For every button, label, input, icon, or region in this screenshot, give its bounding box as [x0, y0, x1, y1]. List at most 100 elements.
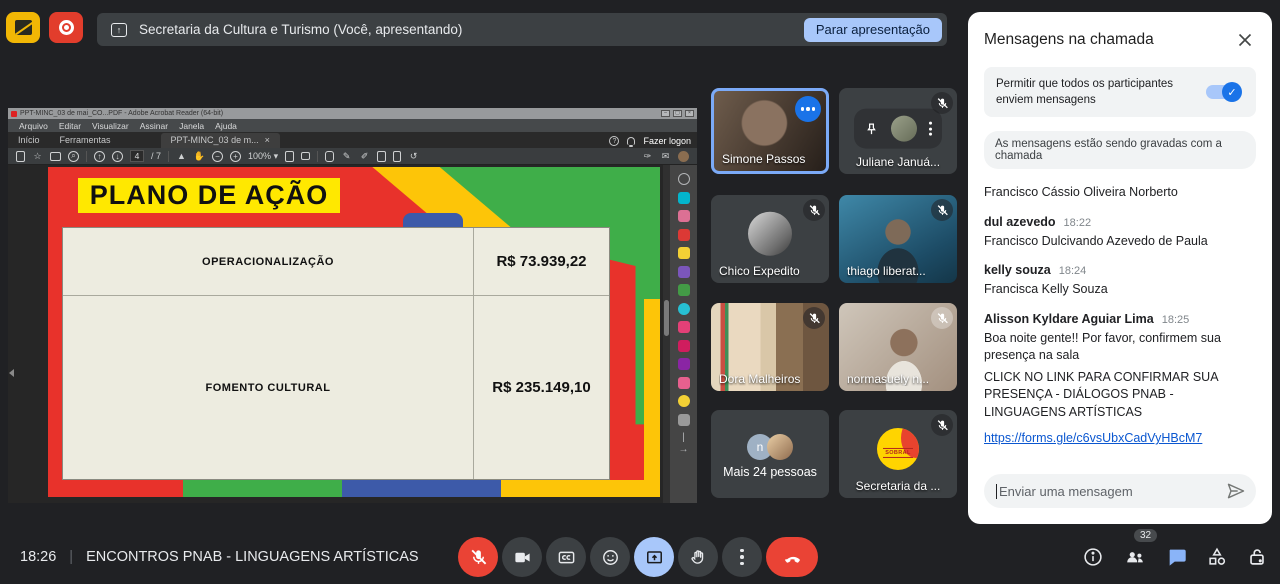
pin-icon[interactable] [864, 121, 879, 136]
meeting-details-icon[interactable] [1082, 546, 1104, 568]
tile-thiago[interactable]: thiago liberat... [839, 195, 957, 283]
more-options-button[interactable] [722, 537, 762, 577]
hand-pan-icon[interactable]: ✋ [194, 151, 205, 162]
message-link[interactable]: https://forms.gle/c6vsUbxCadVyHBcM7 [984, 431, 1202, 445]
menu-ajuda[interactable]: Ajuda [215, 121, 237, 131]
tab-ferramentas[interactable]: Ferramentas [50, 133, 121, 148]
meet-app: ↑ Secretaria da Cultura e Turismo (Você,… [0, 0, 1280, 584]
stamp-icon[interactable] [377, 151, 386, 162]
combine-files-tool-icon[interactable] [678, 266, 690, 278]
stamp-tool-icon[interactable] [678, 358, 690, 370]
star-favorites-icon[interactable]: ☆ [32, 151, 43, 162]
recording-indicator-icon[interactable] [49, 12, 83, 43]
pencil-icon[interactable]: ✎ [341, 151, 352, 162]
zoom-out-icon[interactable]: − [212, 151, 223, 162]
page-up-icon[interactable]: ↑ [94, 151, 105, 162]
raise-hand-button[interactable] [678, 537, 718, 577]
stop-presenting-button[interactable]: Parar apresentação [804, 18, 942, 42]
tile-more-options-icon[interactable] [795, 96, 821, 122]
captions-button[interactable] [546, 537, 586, 577]
participants-panel-icon[interactable] [1124, 546, 1146, 568]
tile-dora-malheiros[interactable]: Dora Malheiros [711, 303, 829, 391]
mic-button[interactable] [458, 537, 498, 577]
sign-pen-icon[interactable]: ✑ [642, 151, 653, 162]
nav-pane-collapse-icon[interactable] [9, 369, 14, 377]
tab-inicio[interactable]: Início [8, 133, 50, 148]
login-link[interactable]: Fazer logon [643, 136, 691, 146]
end-call-button[interactable] [766, 537, 818, 577]
highlight-icon[interactable]: ✐ [359, 151, 370, 162]
participant-name: Dora Malheiros [719, 372, 800, 386]
tab-document[interactable]: PPT-MINC_03 de m... × [161, 133, 280, 148]
fit-width-icon[interactable] [285, 151, 294, 162]
create-pdf-tool-icon[interactable] [678, 229, 690, 241]
menu-editar[interactable]: Editar [59, 121, 81, 131]
scrollbar-handle[interactable] [664, 300, 669, 336]
organize-pages-tool-icon[interactable] [678, 210, 690, 222]
zoom-in-icon[interactable]: + [230, 151, 241, 162]
activities-icon[interactable] [1206, 546, 1228, 568]
read-mode-icon[interactable] [301, 152, 310, 160]
maximize-icon[interactable]: ▢ [673, 110, 682, 117]
close-chat-icon[interactable] [1234, 29, 1256, 51]
chat-message: Francisco Cássio Oliveira Norberto [984, 184, 1256, 202]
message-time: 18:25 [1162, 314, 1190, 326]
request-signatures-tool-icon[interactable] [678, 340, 690, 352]
save-file-icon[interactable] [16, 151, 25, 162]
redact-tool-icon[interactable] [678, 414, 690, 426]
convert-tool-icon[interactable] [678, 303, 690, 315]
tile-chico-expedito[interactable]: Chico Expedito [711, 195, 829, 283]
message-header: Alisson Kyldare Aguiar Lima18:25 [984, 312, 1256, 326]
message-header: dul azevedo18:22 [984, 215, 1256, 229]
protect-tool-icon[interactable] [678, 395, 690, 407]
tab-close-icon[interactable]: × [265, 135, 270, 145]
close-window-icon[interactable]: × [685, 110, 694, 117]
chat-message-input[interactable] [996, 484, 1226, 499]
menu-arquivo[interactable]: Arquivo [19, 121, 48, 131]
camera-button[interactable] [502, 537, 542, 577]
toggle-check-icon: ✓ [1222, 82, 1242, 102]
allow-messages-toggle[interactable]: ✓ [1206, 85, 1240, 99]
menu-janela[interactable]: Janela [179, 121, 204, 131]
undo-icon[interactable]: ↺ [408, 151, 419, 162]
chat-panel-icon[interactable] [1166, 546, 1188, 568]
minimize-icon[interactable]: – [661, 110, 670, 117]
notifications-bell-icon[interactable] [627, 137, 635, 145]
comment-icon[interactable] [325, 151, 334, 162]
menu-visualizar[interactable]: Visualizar [92, 121, 129, 131]
present-now-button[interactable] [634, 537, 674, 577]
presentation-app-icon[interactable] [6, 12, 40, 43]
reactions-button[interactable] [590, 537, 630, 577]
document-scrollbar[interactable] [663, 165, 670, 503]
host-controls-icon[interactable] [1246, 546, 1268, 568]
mic-off-icon [931, 414, 953, 436]
find-icon[interactable]: ⌕ [68, 151, 79, 162]
share-email-icon[interactable]: ✉ [660, 151, 671, 162]
account-avatar[interactable] [678, 151, 689, 162]
print-icon[interactable] [50, 152, 61, 161]
tile-normasuely[interactable]: normasuely n... [839, 303, 957, 391]
export-pdf-tool-icon[interactable] [678, 192, 690, 204]
mic-off-icon [931, 307, 953, 329]
edit-pdf-tool-icon[interactable] [678, 284, 690, 296]
select-cursor-icon[interactable]: ▲ [176, 151, 187, 162]
tile-menu-icon[interactable] [929, 122, 932, 136]
tile-simone-passos[interactable]: Simone Passos [711, 88, 829, 174]
comment-tool-icon[interactable] [678, 247, 690, 259]
fill-sign-tool-icon[interactable] [678, 321, 690, 333]
zoom-level-select[interactable]: 100% ▾ [248, 151, 278, 162]
expand-tools-icon[interactable]: |→ [678, 432, 690, 444]
help-icon[interactable]: ? [609, 136, 619, 146]
tile-more-people[interactable]: n Mais 24 pessoas [711, 410, 829, 498]
page-number-input[interactable]: 4 [130, 150, 144, 162]
page-down-icon[interactable]: ↓ [112, 151, 123, 162]
tile-secretaria[interactable]: SOBRAL Secretaria da ... [839, 410, 957, 498]
send-message-icon[interactable] [1226, 481, 1246, 501]
tile-juliane[interactable]: Juliane Januá... [839, 88, 957, 174]
measure-tool-icon[interactable] [678, 377, 690, 389]
delete-icon[interactable] [393, 151, 401, 162]
search-tool-icon[interactable] [678, 173, 690, 185]
menu-assinar[interactable]: Assinar [140, 121, 168, 131]
acrobat-tools-sidebar: |→ [670, 165, 697, 503]
slide-table: OPERACIONALIZAÇÃO R$ 73.939,22 FOMENTO C… [62, 227, 610, 480]
